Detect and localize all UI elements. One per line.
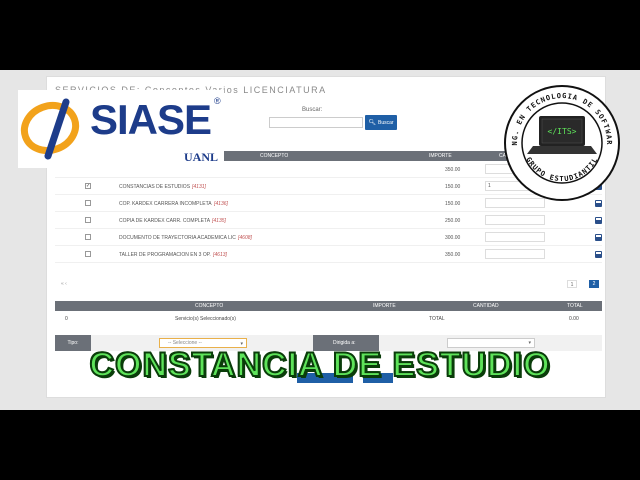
row-code: [4135] — [212, 218, 226, 224]
summary-concepto: Servicio(s) Seleccionado(s) — [175, 316, 236, 322]
row-concepto: COP. KARDEX CARRERA INCOMPLETA — [119, 201, 212, 207]
search-label: Buscar: — [302, 107, 323, 113]
col-importe: IMPORTE — [429, 153, 452, 159]
sum-col-concepto: CONCEPTO — [195, 303, 224, 309]
row-importe: 350.00 — [445, 167, 461, 173]
quantity-input[interactable] — [485, 232, 545, 242]
sum-col-cantidad: CANTIDAD — [473, 303, 499, 309]
row-concepto: CONSTANCIAS DE ESTUDIOS — [119, 184, 191, 190]
search-icon: 🔍︎ — [368, 120, 377, 126]
row-checkbox[interactable]: ✓ — [85, 183, 91, 189]
row-importe: 350.00 — [445, 252, 461, 258]
table-row[interactable]: COPIA DE KARDEX CARR. COMPLETA [4135] 250.… — [55, 212, 602, 229]
summary-row: 0 Servicio(s) Seleccionado(s) TOTAL 0.00 — [55, 313, 602, 325]
row-concepto: TALLER DE PROGRAMACION EN 3 OP. — [119, 252, 211, 258]
row-importe: 250.00 — [445, 218, 461, 224]
quantity-input[interactable] — [485, 249, 545, 259]
row-concepto: DOCUMENTO DE TRAYECTORIA ACADEMICA LIC — [119, 235, 236, 241]
summary-count: 0 — [65, 316, 68, 322]
search-button-label: Buscar — [378, 119, 394, 126]
sum-col-total: TOTAL — [567, 303, 583, 309]
row-concepto: COPIA DE KARDEX CARR. COMPLETA — [119, 218, 211, 224]
row-code: [4131] — [192, 184, 206, 190]
overlay-title: CONSTANCIA DE ESTUDIO — [88, 345, 551, 385]
table-row[interactable]: TALLER DE PROGRAMACION EN 3 OP. [4613] 350… — [55, 246, 602, 263]
logo-registered: ® — [214, 96, 221, 106]
row-checkbox[interactable] — [85, 200, 91, 206]
row-code: [4608] — [238, 235, 252, 241]
table-row[interactable]: DOCUMENTO DE TRAYECTORIA ACADEMICA LIC [4… — [55, 229, 602, 246]
summary-importe: TOTAL — [429, 316, 445, 322]
siase-logo: SIASE ® UANL — [18, 90, 224, 168]
save-icon[interactable] — [595, 217, 602, 224]
quantity-input[interactable] — [485, 215, 545, 225]
row-checkbox[interactable] — [85, 234, 91, 240]
save-icon[interactable] — [595, 251, 602, 258]
search-input[interactable] — [269, 117, 363, 128]
row-checkbox[interactable] — [85, 251, 91, 257]
logo-swoosh-icon — [20, 98, 80, 160]
row-code: [4136] — [214, 201, 228, 207]
col-concepto: CONCEPTO — [260, 153, 289, 159]
pager-prev[interactable]: « ‹ — [61, 281, 67, 287]
row-importe: 300.00 — [445, 235, 461, 241]
row-code: [4613] — [213, 252, 227, 258]
row-importe: 150.00 — [445, 201, 461, 207]
search-button[interactable]: 🔍︎ Buscar — [365, 115, 397, 130]
summary-table-header: CONCEPTO IMPORTE CANTIDAD TOTAL — [55, 301, 602, 311]
badge-screen-text: </ITS> — [548, 127, 577, 136]
sum-col-importe: IMPORTE — [373, 303, 396, 309]
row-importe: 150.00 — [445, 184, 461, 190]
save-icon[interactable] — [595, 234, 602, 241]
summary-total: 0.00 — [569, 316, 579, 322]
row-checkbox[interactable] — [85, 217, 91, 223]
page-1[interactable]: 1 — [567, 280, 577, 288]
logo-sub: UANL — [184, 150, 219, 164]
its-badge: ING. EN TECNOLOGIA DE SOFTWARE GRUPO EST… — [503, 84, 620, 201]
page-2[interactable]: 2 — [589, 280, 599, 288]
logo-name: SIASE — [90, 96, 212, 143]
